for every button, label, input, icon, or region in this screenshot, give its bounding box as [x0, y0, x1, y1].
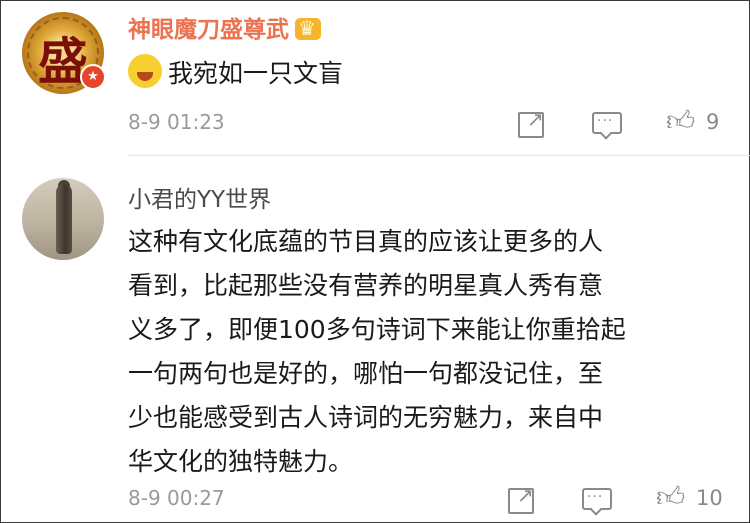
comment-time: 8-9 00:27 [128, 486, 225, 510]
comment-icon[interactable]: ··· [592, 108, 622, 140]
like-count: 10 [696, 486, 723, 510]
comment-username[interactable]: 神眼魔刀盛尊武 [128, 10, 321, 44]
vip-badge-icon: ★ [80, 64, 106, 90]
comment-dots: ··· [597, 113, 614, 129]
comment-text-line: 义多了，即便100多句诗词下来能让你重拾起 [128, 315, 626, 344]
share-icon[interactable]: ↗ [516, 107, 546, 138]
thumbs-up-icon[interactable]: 👍︎ [656, 482, 686, 512]
share-icon[interactable]: ↗ [506, 483, 536, 514]
comment-text-line: 看到，比起那些没有营养的明星真人秀有意 [128, 271, 604, 300]
comment-text-line: 华文化的独特魅力。 [128, 447, 354, 476]
thumb-glyph: 👍︎ [666, 104, 696, 137]
thumbs-up-icon[interactable]: 👍︎ [666, 106, 696, 136]
thumb-glyph: 👍︎ [656, 480, 686, 513]
share-arrow-icon: ↗ [527, 107, 544, 131]
avatar-figure [56, 184, 72, 254]
comment-time: 8-9 01:23 [128, 110, 225, 134]
comment-icon[interactable]: ··· [582, 484, 612, 516]
like-count: 9 [706, 110, 720, 134]
comment-text: 这种有文化底蕴的节目真的应该让更多的人 看到，比起那些没有营养的明星真人秀有意 … [128, 220, 728, 484]
share-arrow-icon: ↗ [517, 483, 534, 507]
crying-laughing-emoji-icon [128, 54, 162, 88]
comment-text-line: 这种有文化底蕴的节目真的应该让更多的人 [128, 227, 604, 256]
comment-text: 我宛如一只文盲 [128, 52, 728, 96]
comment-text-line: 一句两句也是好的，哪怕一句都没记住，至 [128, 359, 604, 388]
comment-text-line: 少也能感受到古人诗词的无穷魅力，来自中 [128, 403, 604, 432]
comment-text-content: 我宛如一只文盲 [168, 59, 344, 88]
comment-username[interactable]: 小君的YY世界 [128, 180, 271, 214]
comment-dots: ··· [587, 489, 604, 505]
comment-item: 盛 ★ 神眼魔刀盛尊武 我宛如一只文盲 8-9 01:23 ↗ ··· 👍︎ 9 [0, 0, 750, 156]
avatar[interactable] [22, 178, 104, 260]
crown-icon [295, 16, 321, 40]
username-text[interactable]: 神眼魔刀盛尊武 [128, 17, 289, 43]
